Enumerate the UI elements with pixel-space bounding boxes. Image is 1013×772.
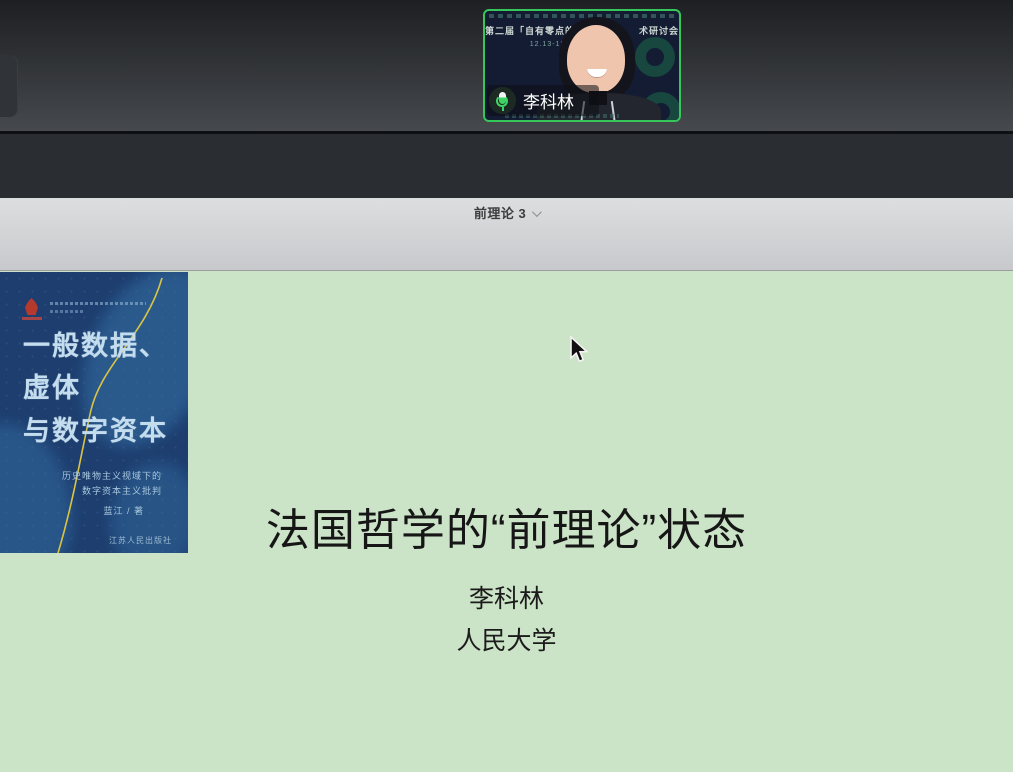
document-title-text: 前理论 3	[474, 206, 526, 221]
slide-title[interactable]: 法国哲学的“前理论”状态	[0, 494, 1013, 558]
backdrop-ring-decoration	[635, 37, 675, 77]
left-edge-panel	[0, 55, 18, 117]
slide-author[interactable]: 李科林	[0, 579, 1013, 615]
book-title-line: 虚体	[23, 366, 81, 405]
backdrop-fine-text	[489, 14, 675, 18]
participant-face	[567, 25, 625, 93]
slide-affiliation[interactable]: 人民大学	[0, 621, 1013, 657]
book-subtitle-line: 历史唯物主义视域下的	[62, 469, 162, 482]
book-title-line: 一般数据、	[23, 324, 168, 363]
window-title[interactable]: 前理论 3	[0, 203, 1013, 222]
series-fine-text	[50, 310, 84, 313]
screen: 第二届「自有零点的政术研讨会 12.13-12. 李科林 前理论 3	[0, 0, 1013, 772]
microphone-icon	[489, 87, 516, 114]
background-window-band	[0, 134, 1013, 198]
video-frame: 第二届「自有零点的政术研讨会 12.13-12. 李科林	[485, 11, 679, 120]
keynote-toolbar: 前理论 3 + 添加幻灯片 播放 Keynote 直播	[0, 198, 1013, 271]
book-title-line: 与数字资本	[23, 409, 168, 448]
chevron-down-icon	[532, 207, 542, 217]
mouse-cursor	[569, 336, 591, 366]
series-fine-text	[50, 302, 146, 305]
banner-right-text: 术研讨会	[639, 26, 679, 36]
publisher-logo-text	[22, 317, 42, 320]
participant-name-pill: 李科林	[487, 85, 599, 116]
video-call-thumbnail[interactable]: 第二届「自有零点的政术研讨会 12.13-12. 李科林	[483, 9, 681, 122]
slide-canvas[interactable]: 一般数据、 虚体 与数字资本 历史唯物主义视域下的 数字资本主义批判 蓝江 / …	[0, 271, 1013, 772]
participant-name: 李科林	[523, 88, 574, 113]
